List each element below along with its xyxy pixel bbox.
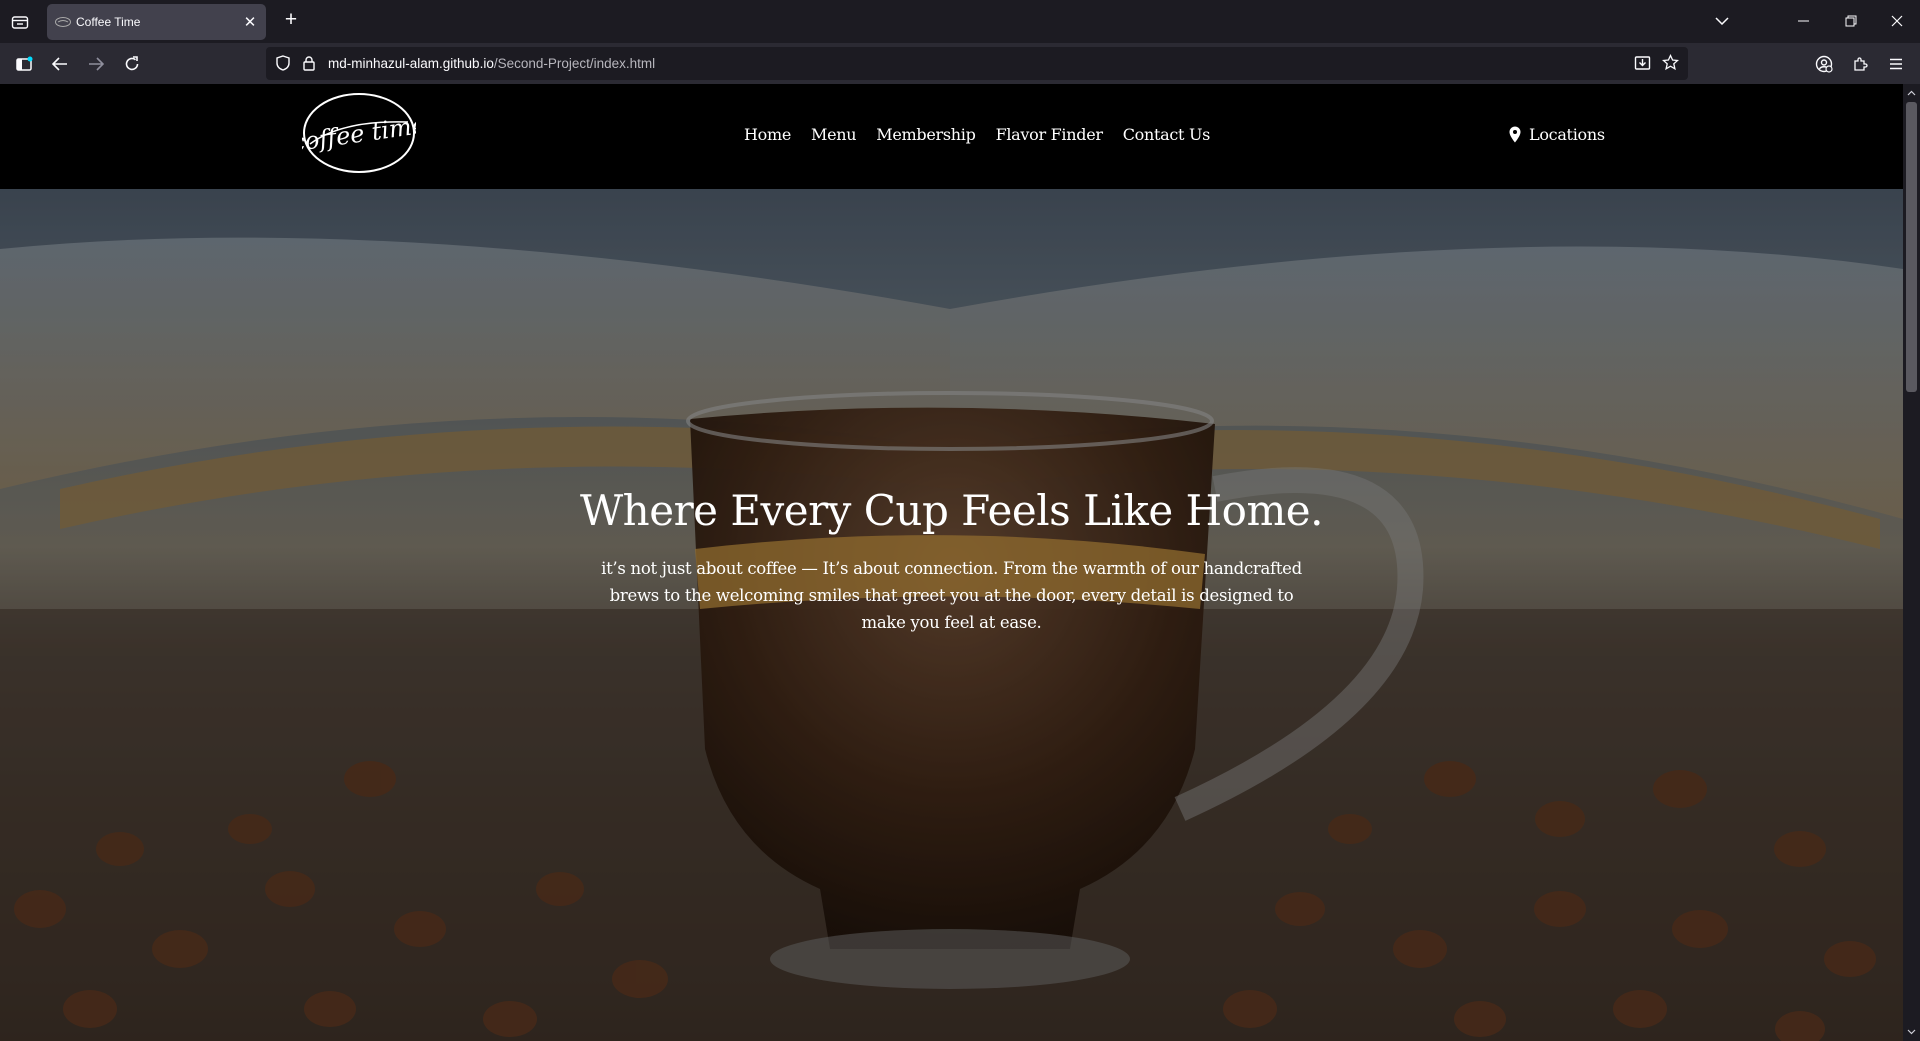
extensions-puzzle-icon[interactable] bbox=[1848, 52, 1872, 76]
page-save-icon[interactable] bbox=[1634, 55, 1651, 76]
nav-link-flavor-finder[interactable]: Flavor Finder bbox=[996, 125, 1103, 144]
hero-section: Where Every Cup Feels Like Home. it’s no… bbox=[0, 189, 1903, 1041]
main-nav: Home Menu Membership Flavor Finder Conta… bbox=[744, 125, 1210, 144]
hero-title: Where Every Cup Feels Like Home. bbox=[580, 486, 1324, 535]
bookmark-star-icon[interactable] bbox=[1661, 53, 1680, 76]
back-arrow-icon[interactable] bbox=[48, 52, 72, 76]
sidebar-toggle-icon[interactable] bbox=[12, 52, 36, 76]
url-bar[interactable]: md-minhazul-alam.github.io/Second-Projec… bbox=[266, 47, 1688, 80]
close-window-icon[interactable] bbox=[1882, 8, 1912, 34]
tab-list-icon[interactable] bbox=[8, 10, 32, 34]
coffee-time-logo[interactable]: coffee time bbox=[302, 92, 416, 174]
scrollbar-thumb[interactable] bbox=[1906, 102, 1917, 392]
coffee-favicon-icon bbox=[55, 17, 71, 27]
locations-link[interactable]: Locations bbox=[1509, 125, 1605, 144]
restore-window-icon[interactable] bbox=[1836, 8, 1866, 34]
url-text[interactable]: md-minhazul-alam.github.io/Second-Projec… bbox=[328, 56, 655, 71]
tab-overflow-chevron-icon[interactable] bbox=[1711, 10, 1733, 32]
tab-title: Coffee Time bbox=[76, 15, 141, 29]
nav-link-home[interactable]: Home bbox=[744, 125, 791, 144]
nav-link-menu[interactable]: Menu bbox=[811, 125, 857, 144]
hamburger-menu-icon[interactable] bbox=[1884, 52, 1908, 76]
hero-text-block: Where Every Cup Feels Like Home. it’s no… bbox=[0, 486, 1903, 636]
reload-icon[interactable] bbox=[120, 52, 144, 76]
map-pin-icon bbox=[1509, 126, 1521, 143]
browser-tab-bar: Coffee Time ✕ + bbox=[0, 0, 1920, 43]
close-tab-icon[interactable]: ✕ bbox=[242, 14, 258, 31]
nav-link-membership[interactable]: Membership bbox=[876, 125, 976, 144]
page-scrollbar[interactable] bbox=[1903, 84, 1920, 1041]
web-page: coffee time Home Menu Membership Flavor … bbox=[0, 84, 1903, 1041]
scroll-down-arrow-icon[interactable] bbox=[1906, 1026, 1917, 1038]
url-host: md-minhazul-alam.github.io bbox=[328, 56, 494, 71]
shield-icon[interactable] bbox=[275, 55, 291, 76]
scroll-up-arrow-icon[interactable] bbox=[1906, 87, 1917, 99]
forward-arrow-icon[interactable] bbox=[84, 52, 108, 76]
lock-icon[interactable] bbox=[302, 55, 316, 76]
hero-subtitle: it’s not just about coffee — It’s about … bbox=[601, 559, 1302, 632]
browser-toolbar: md-minhazul-alam.github.io/Second-Projec… bbox=[0, 43, 1920, 84]
site-header: coffee time Home Menu Membership Flavor … bbox=[0, 84, 1903, 189]
account-icon[interactable] bbox=[1812, 52, 1836, 76]
locations-label: Locations bbox=[1529, 125, 1605, 144]
svg-text:coffee time: coffee time bbox=[302, 111, 416, 158]
nav-link-contact-us[interactable]: Contact Us bbox=[1123, 125, 1211, 144]
new-tab-icon[interactable]: + bbox=[281, 8, 301, 31]
minimize-window-icon[interactable] bbox=[1789, 8, 1819, 34]
url-path: /Second-Project/index.html bbox=[493, 56, 656, 71]
browser-tab-active[interactable]: Coffee Time ✕ bbox=[47, 4, 266, 40]
